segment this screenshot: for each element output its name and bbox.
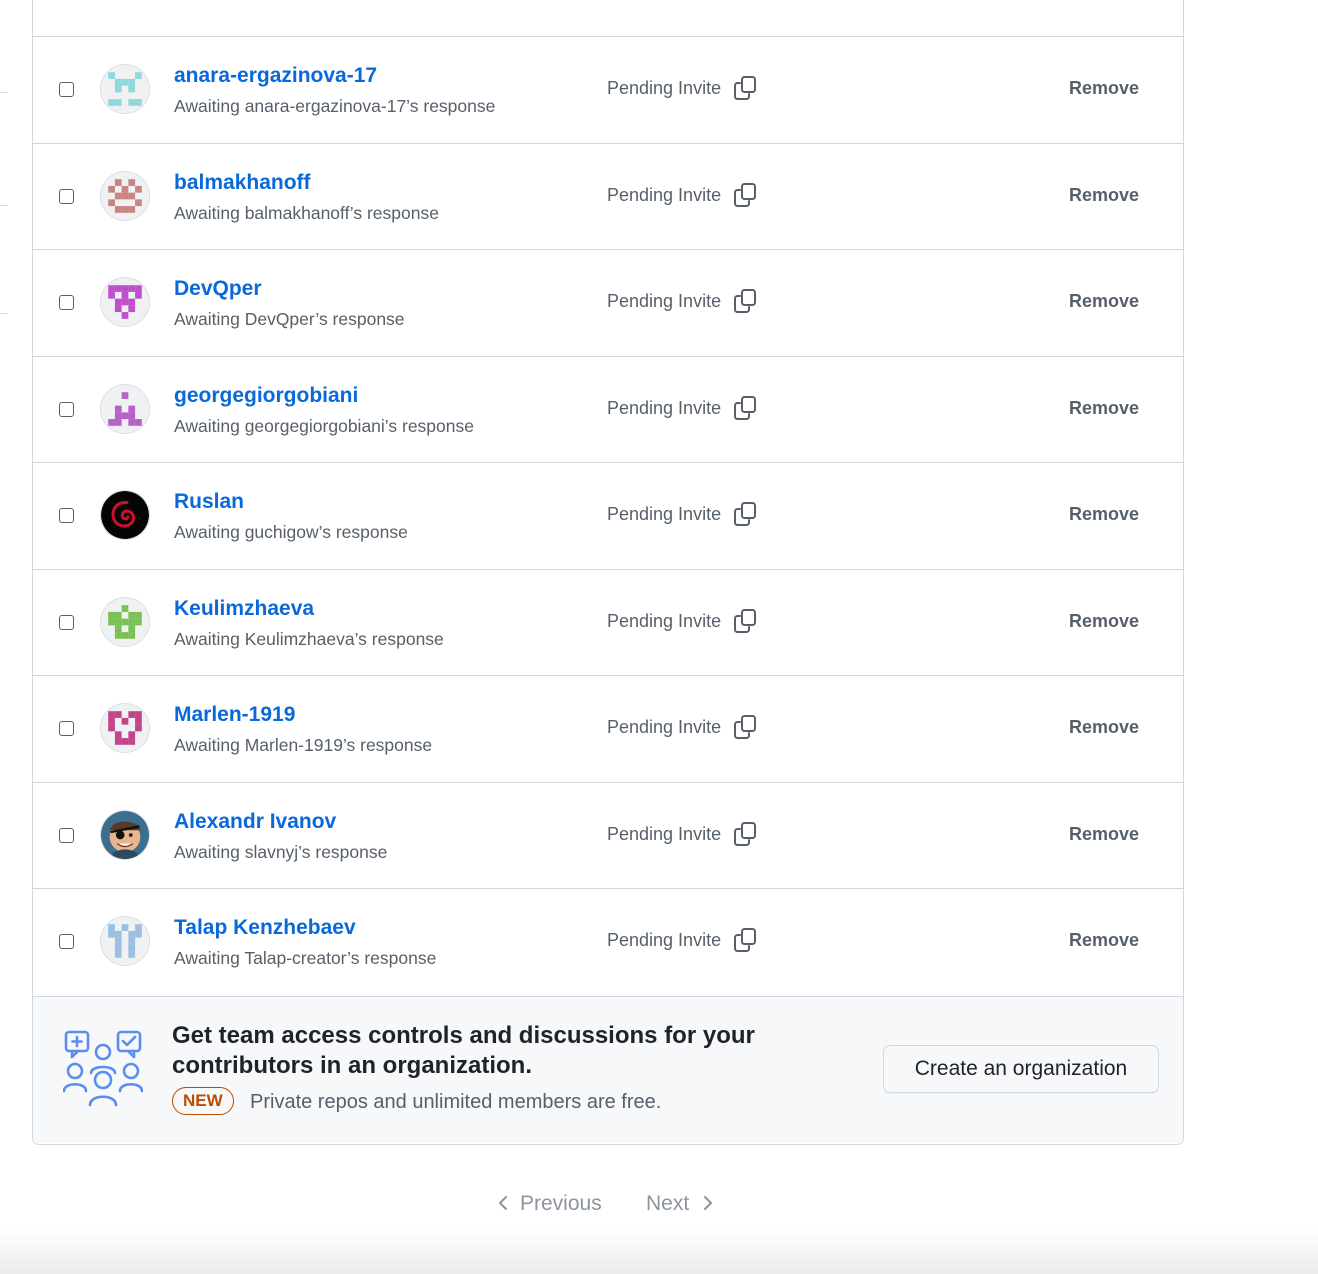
invite-awaiting-text: Awaiting slavnyj’s response xyxy=(174,841,388,862)
invite-awaiting-text: Awaiting anara-ergazinova-17’s response xyxy=(174,96,496,116)
avatar-image xyxy=(101,597,149,646)
avatar-image xyxy=(101,491,149,539)
invitee-name-link[interactable]: Marlen-1919 xyxy=(174,703,295,727)
copy-icon[interactable] xyxy=(733,395,757,421)
pending-invite-status: Pending Invite xyxy=(607,930,722,950)
avatar[interactable] xyxy=(100,809,150,860)
invite-awaiting-text: Awaiting Talap-creator’s response xyxy=(174,948,437,968)
copy-icon[interactable] xyxy=(733,821,757,847)
avatar[interactable] xyxy=(100,64,150,114)
invite-row: Ruslan Awaiting guchigow’s response Pendin… xyxy=(33,462,1183,569)
bottom-fade xyxy=(0,1230,1318,1274)
promo-headline: Get team access controls and discussions… xyxy=(172,1022,755,1079)
select-invite-checkbox[interactable] xyxy=(59,827,74,843)
select-invite-checkbox[interactable] xyxy=(59,188,74,204)
team-discussion-illustration-icon xyxy=(63,1030,143,1107)
pending-invite-status: Pending Invite xyxy=(607,717,722,737)
invite-awaiting-text: Awaiting Marlen-1919’s response xyxy=(174,735,433,755)
remove-invite-button[interactable]: Remove xyxy=(1069,611,1139,632)
pending-invite-status: Pending Invite xyxy=(607,823,722,844)
select-invite-checkbox[interactable] xyxy=(59,295,74,310)
organization-promo: Get team access controls and discussions… xyxy=(33,996,1183,1143)
new-badge: NEW xyxy=(172,1087,234,1115)
pending-invite-status: Pending Invite xyxy=(607,504,722,524)
invite-awaiting-text: Awaiting guchigow’s response xyxy=(174,522,408,542)
invite-row: Alexandr Ivanov Awaiting slavnyj’s respon… xyxy=(33,781,1183,889)
pending-invite-status: Pending Invite xyxy=(607,78,722,98)
remove-invite-button[interactable]: Remove xyxy=(1069,717,1139,738)
remove-invite-button[interactable]: Remove xyxy=(1069,824,1139,845)
select-invite-checkbox[interactable] xyxy=(59,401,74,417)
avatar-image xyxy=(101,917,149,965)
invitee-name-link[interactable]: Ruslan xyxy=(174,490,244,514)
avatar-image xyxy=(101,65,149,113)
copy-icon[interactable] xyxy=(733,182,757,208)
remove-invite-button[interactable]: Remove xyxy=(1069,398,1139,419)
select-invite-checkbox[interactable] xyxy=(59,614,74,630)
invite-row: DevQper Awaiting DevQper’s response Pendin… xyxy=(33,249,1183,356)
invite-awaiting-text: Awaiting balmakhanoff’s response xyxy=(174,202,439,223)
avatar[interactable] xyxy=(100,703,150,753)
copy-icon[interactable] xyxy=(733,75,757,101)
copy-icon[interactable] xyxy=(733,501,757,527)
pending-invite-status: Pending Invite xyxy=(607,184,722,205)
invite-row: Talap Kenzhebaev Awaiting Talap-creator’s… xyxy=(33,888,1183,995)
invitee-name-link[interactable]: georgegiorgobiani xyxy=(174,384,358,408)
avatar-image xyxy=(101,810,149,859)
pending-invite-status: Pending Invite xyxy=(607,610,722,631)
copy-icon[interactable] xyxy=(733,608,757,634)
invitee-name-link[interactable]: Talap Kenzhebaev xyxy=(174,916,356,940)
remove-invite-button[interactable]: Remove xyxy=(1069,78,1139,99)
invitee-name-link[interactable]: balmakhanoff xyxy=(174,171,311,195)
invite-row: balmakhanoff Awaiting balmakhanoff’s resp… xyxy=(33,142,1183,250)
select-invite-checkbox[interactable] xyxy=(59,934,74,949)
promo-note: Private repos and unlimited members are … xyxy=(250,1091,662,1113)
next-page-button[interactable]: Next xyxy=(646,1192,715,1216)
left-edge-marks xyxy=(0,0,10,400)
invite-awaiting-text: Awaiting DevQper’s response xyxy=(174,309,405,329)
avatar[interactable] xyxy=(100,490,150,540)
invite-awaiting-text: Awaiting georgegiorgobiani’s response xyxy=(174,415,474,436)
remove-invite-button[interactable]: Remove xyxy=(1069,185,1139,206)
previous-page-button[interactable]: Previous xyxy=(496,1192,602,1216)
invite-row: anara-ergazinova-17 Awaiting anara-ergazi… xyxy=(33,36,1183,143)
copy-icon[interactable] xyxy=(733,927,757,953)
avatar[interactable] xyxy=(100,277,150,327)
invitee-name-link[interactable]: Keulimzhaeva xyxy=(174,597,314,621)
remove-invite-button[interactable]: Remove xyxy=(1069,504,1139,525)
avatar[interactable] xyxy=(100,170,150,221)
avatar-image xyxy=(101,704,149,752)
pagination: Previous Next xyxy=(0,1186,1318,1226)
previous-label: Previous xyxy=(520,1192,602,1215)
avatar-image xyxy=(101,384,149,433)
copy-icon[interactable] xyxy=(733,288,757,314)
invitee-name-link[interactable]: Alexandr Ivanov xyxy=(174,810,336,834)
invites-list: anara-ergazinova-17 Awaiting anara-ergazi… xyxy=(33,36,1183,995)
chevron-right-icon xyxy=(704,1196,713,1210)
create-organization-button[interactable]: Create an organization xyxy=(883,1045,1159,1093)
avatar-image xyxy=(101,171,149,220)
avatar[interactable] xyxy=(100,916,150,966)
avatar-image xyxy=(101,278,149,326)
invite-row: Keulimzhaeva Awaiting Keulimzhaeva’s resp… xyxy=(33,568,1183,676)
invitee-name-link[interactable]: DevQper xyxy=(174,277,262,301)
copy-icon[interactable] xyxy=(733,714,757,740)
remove-invite-button[interactable]: Remove xyxy=(1069,930,1139,951)
invite-awaiting-text: Awaiting Keulimzhaeva’s response xyxy=(174,628,444,649)
chevron-left-icon xyxy=(499,1196,507,1210)
invitee-name-link[interactable]: anara-ergazinova-17 xyxy=(174,64,377,88)
select-invite-checkbox[interactable] xyxy=(59,721,74,736)
remove-invite-button[interactable]: Remove xyxy=(1069,291,1139,312)
invites-list-box: anara-ergazinova-17 Awaiting anara-ergazi… xyxy=(32,0,1184,1145)
avatar[interactable] xyxy=(100,383,150,434)
invite-row: georgegiorgobiani Awaiting georgegiorgobi… xyxy=(33,355,1183,463)
invite-row: Marlen-1919 Awaiting Marlen-1919’s respon… xyxy=(33,675,1183,782)
select-invite-checkbox[interactable] xyxy=(59,508,74,523)
select-invite-checkbox[interactable] xyxy=(59,82,74,97)
next-label: Next xyxy=(646,1192,690,1215)
avatar[interactable] xyxy=(100,596,150,647)
pending-invite-status: Pending Invite xyxy=(607,397,722,418)
pending-invite-status: Pending Invite xyxy=(607,291,722,311)
